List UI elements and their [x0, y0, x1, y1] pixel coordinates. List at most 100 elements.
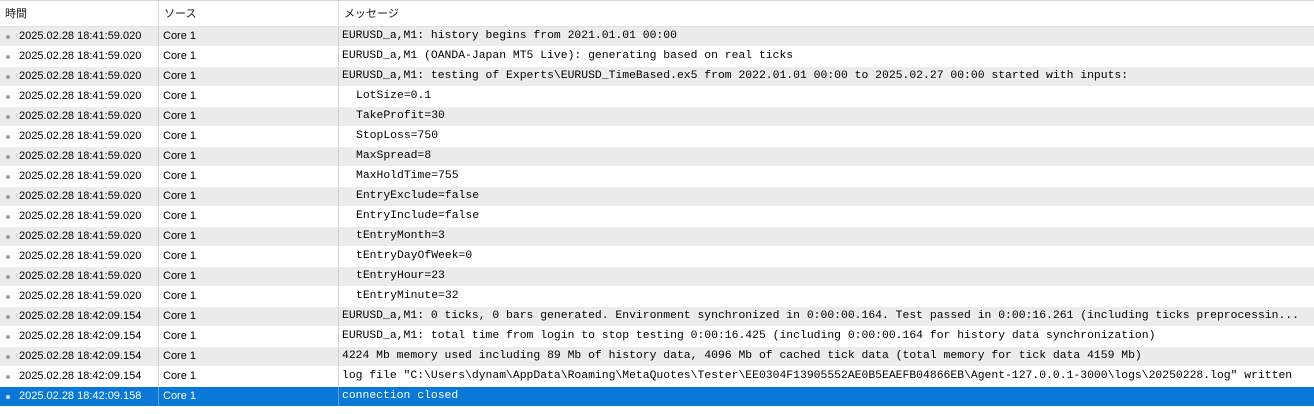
log-source: Core 1: [158, 367, 338, 386]
log-time: 2025.02.28 18:41:59.020: [0, 127, 158, 146]
log-time-text: 2025.02.28 18:41:59.020: [19, 230, 142, 242]
log-source: Core 1: [158, 87, 338, 106]
log-row[interactable]: 2025.02.28 18:41:59.020 Core 1 tEntryMinut…: [0, 287, 1314, 307]
log-message: log file "C:\Users\dynam\AppData\Roaming…: [338, 367, 1314, 386]
log-row[interactable]: 2025.02.28 18:41:59.020 Core 1 LotSize=0.1: [0, 87, 1314, 107]
log-source: Core 1: [158, 167, 338, 186]
log-time-text: 2025.02.28 18:41:59.020: [19, 210, 142, 222]
log-message: tEntryMinute=32: [338, 287, 1314, 306]
log-row[interactable]: 2025.02.28 18:42:09.154 Core 1 EURUSD_a,M1…: [0, 307, 1314, 327]
log-message: tEntryHour=23: [338, 267, 1314, 286]
log-time-text: 2025.02.28 18:41:59.020: [19, 130, 142, 142]
log-source: Core 1: [158, 347, 338, 366]
log-source: Core 1: [158, 307, 338, 326]
log-time: 2025.02.28 18:42:09.154: [0, 327, 158, 346]
log-time: 2025.02.28 18:42:09.154: [0, 367, 158, 386]
log-time: 2025.02.28 18:41:59.020: [0, 247, 158, 266]
log-time-text: 2025.02.28 18:42:09.154: [19, 330, 142, 342]
log-row[interactable]: 2025.02.28 18:41:59.020 Core 1 EURUSD_a,M1…: [0, 67, 1314, 87]
log-time: 2025.02.28 18:41:59.020: [0, 187, 158, 206]
log-source: Core 1: [158, 327, 338, 346]
log-time-text: 2025.02.28 18:42:09.158: [19, 390, 142, 402]
column-header: 時間 ソース メッセージ: [0, 0, 1314, 27]
log-time-text: 2025.02.28 18:42:09.154: [19, 310, 142, 322]
log-time-text: 2025.02.28 18:42:09.154: [19, 370, 142, 382]
log-message: EURUSD_a,M1 (OANDA-Japan MT5 Live): gene…: [338, 47, 1314, 66]
log-row[interactable]: 2025.02.28 18:42:09.154 Core 1 EURUSD_a,M1…: [0, 327, 1314, 347]
log-time: 2025.02.28 18:41:59.020: [0, 207, 158, 226]
log-time-text: 2025.02.28 18:41:59.020: [19, 30, 142, 42]
log-row-selected[interactable]: 2025.02.28 18:42:09.158 Core 1 connection …: [0, 387, 1314, 407]
log-message: EURUSD_a,M1: total time from login to st…: [338, 327, 1314, 346]
log-time: 2025.02.28 18:41:59.020: [0, 167, 158, 186]
log-row[interactable]: 2025.02.28 18:41:59.020 Core 1 EntryExclud…: [0, 187, 1314, 207]
log-time-text: 2025.02.28 18:41:59.020: [19, 50, 142, 62]
log-time: 2025.02.28 18:41:59.020: [0, 107, 158, 126]
log-message: LotSize=0.1: [338, 87, 1314, 106]
log-time: 2025.02.28 18:41:59.020: [0, 67, 158, 86]
log-time-text: 2025.02.28 18:42:09.154: [19, 350, 142, 362]
log-source: Core 1: [158, 387, 338, 406]
log-source: Core 1: [158, 187, 338, 206]
log-time: 2025.02.28 18:41:59.020: [0, 47, 158, 66]
log-time: 2025.02.28 18:41:59.020: [0, 267, 158, 286]
log-message: EURUSD_a,M1: history begins from 2021.01…: [338, 27, 1314, 46]
log-source: Core 1: [158, 107, 338, 126]
log-time: 2025.02.28 18:41:59.020: [0, 287, 158, 306]
column-header-time[interactable]: 時間: [0, 1, 158, 27]
log-time-text: 2025.02.28 18:41:59.020: [19, 150, 142, 162]
log-source: Core 1: [158, 27, 338, 46]
log-time: 2025.02.28 18:41:59.020: [0, 227, 158, 246]
log-source: Core 1: [158, 207, 338, 226]
column-header-source[interactable]: ソース: [158, 1, 338, 27]
log-message: StopLoss=750: [338, 127, 1314, 146]
log-message: connection closed: [338, 387, 1314, 406]
log-message: TakeProfit=30: [338, 107, 1314, 126]
log-row[interactable]: 2025.02.28 18:41:59.020 Core 1 EURUSD_a,M1…: [0, 47, 1314, 67]
log-time: 2025.02.28 18:42:09.154: [0, 347, 158, 366]
log-row[interactable]: 2025.02.28 18:41:59.020 Core 1 tEntryMonth…: [0, 227, 1314, 247]
log-row[interactable]: 2025.02.28 18:41:59.020 Core 1 EURUSD_a,M1…: [0, 27, 1314, 47]
log-time-text: 2025.02.28 18:41:59.020: [19, 170, 142, 182]
log-row[interactable]: 2025.02.28 18:41:59.020 Core 1 TakeProfit=…: [0, 107, 1314, 127]
log-time-text: 2025.02.28 18:41:59.020: [19, 110, 142, 122]
log-message: tEntryDayOfWeek=0: [338, 247, 1314, 266]
log-time: 2025.02.28 18:41:59.020: [0, 147, 158, 166]
log-message: EntryExclude=false: [338, 187, 1314, 206]
log-message: EURUSD_a,M1: testing of Experts\EURUSD_T…: [338, 67, 1314, 86]
log-row[interactable]: 2025.02.28 18:41:59.020 Core 1 EntryInclud…: [0, 207, 1314, 227]
log-time: 2025.02.28 18:42:09.154: [0, 307, 158, 326]
log-source: Core 1: [158, 147, 338, 166]
log-source: Core 1: [158, 287, 338, 306]
log-source: Core 1: [158, 127, 338, 146]
column-header-message[interactable]: メッセージ: [338, 1, 1314, 27]
log-time-text: 2025.02.28 18:41:59.020: [19, 70, 142, 82]
log-message: MaxHoldTime=755: [338, 167, 1314, 186]
log-row[interactable]: 2025.02.28 18:41:59.020 Core 1 MaxSpread=8: [0, 147, 1314, 167]
log-time-text: 2025.02.28 18:41:59.020: [19, 90, 142, 102]
log-source: Core 1: [158, 267, 338, 286]
log-time: 2025.02.28 18:41:59.020: [0, 87, 158, 106]
log-time: 2025.02.28 18:41:59.020: [0, 27, 158, 46]
log-table-body: 2025.02.28 18:41:59.020 Core 1 EURUSD_a,M1…: [0, 27, 1314, 407]
log-source: Core 1: [158, 247, 338, 266]
log-row[interactable]: 2025.02.28 18:41:59.020 Core 1 MaxHoldTime…: [0, 167, 1314, 187]
log-time: 2025.02.28 18:42:09.158: [0, 387, 158, 406]
log-time-text: 2025.02.28 18:41:59.020: [19, 250, 142, 262]
log-message: EntryInclude=false: [338, 207, 1314, 226]
log-row[interactable]: 2025.02.28 18:42:09.154 Core 1 4224 Mb mem…: [0, 347, 1314, 367]
log-row[interactable]: 2025.02.28 18:42:09.154 Core 1 log file "C…: [0, 367, 1314, 387]
log-message: MaxSpread=8: [338, 147, 1314, 166]
log-message: EURUSD_a,M1: 0 ticks, 0 bars generated. …: [338, 307, 1314, 326]
log-row[interactable]: 2025.02.28 18:41:59.020 Core 1 StopLoss=75…: [0, 127, 1314, 147]
log-time-text: 2025.02.28 18:41:59.020: [19, 270, 142, 282]
log-time-text: 2025.02.28 18:41:59.020: [19, 290, 142, 302]
log-message: 4224 Mb memory used including 89 Mb of h…: [338, 347, 1314, 366]
log-row[interactable]: 2025.02.28 18:41:59.020 Core 1 tEntryHour=…: [0, 267, 1314, 287]
log-message: tEntryMonth=3: [338, 227, 1314, 246]
journal-panel: 時間 ソース メッセージ 2025.02.28 18:41:59.020 Core…: [0, 0, 1314, 414]
log-row[interactable]: 2025.02.28 18:41:59.020 Core 1 tEntryDayOf…: [0, 247, 1314, 267]
log-source: Core 1: [158, 67, 338, 86]
log-source: Core 1: [158, 227, 338, 246]
log-source: Core 1: [158, 47, 338, 66]
